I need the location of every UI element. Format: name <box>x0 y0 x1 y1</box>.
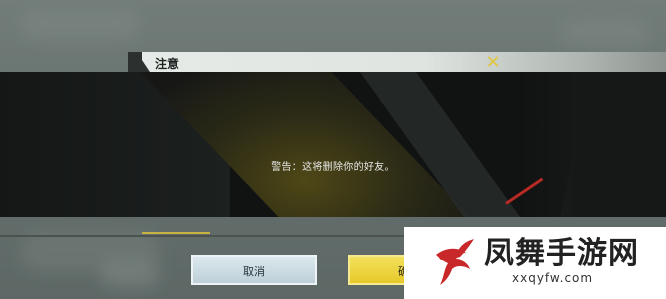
dialog-title: 注意 <box>155 57 180 71</box>
watermark-title: 凤舞手游网 <box>484 236 639 271</box>
cancel-button[interactable]: 取消 <box>191 255 317 285</box>
close-x-icon[interactable]: ✕ <box>483 54 503 72</box>
watermark: 凤舞手游网 xxqyfw.com <box>404 227 666 299</box>
phoenix-logo-icon <box>436 239 474 285</box>
dialog-body: 警告：这将删除你的好友。 <box>0 72 666 237</box>
warning-dialog: 注意 ✕ 警告：这将删除你的好友。 <box>0 52 666 237</box>
warning-message: 警告：这将删除你的好友。 <box>271 162 395 173</box>
title-bar <box>142 52 666 72</box>
watermark-url: xxqyfw.com <box>512 271 594 285</box>
body-right-panel <box>520 72 666 217</box>
bottom-accent-line <box>142 232 210 234</box>
